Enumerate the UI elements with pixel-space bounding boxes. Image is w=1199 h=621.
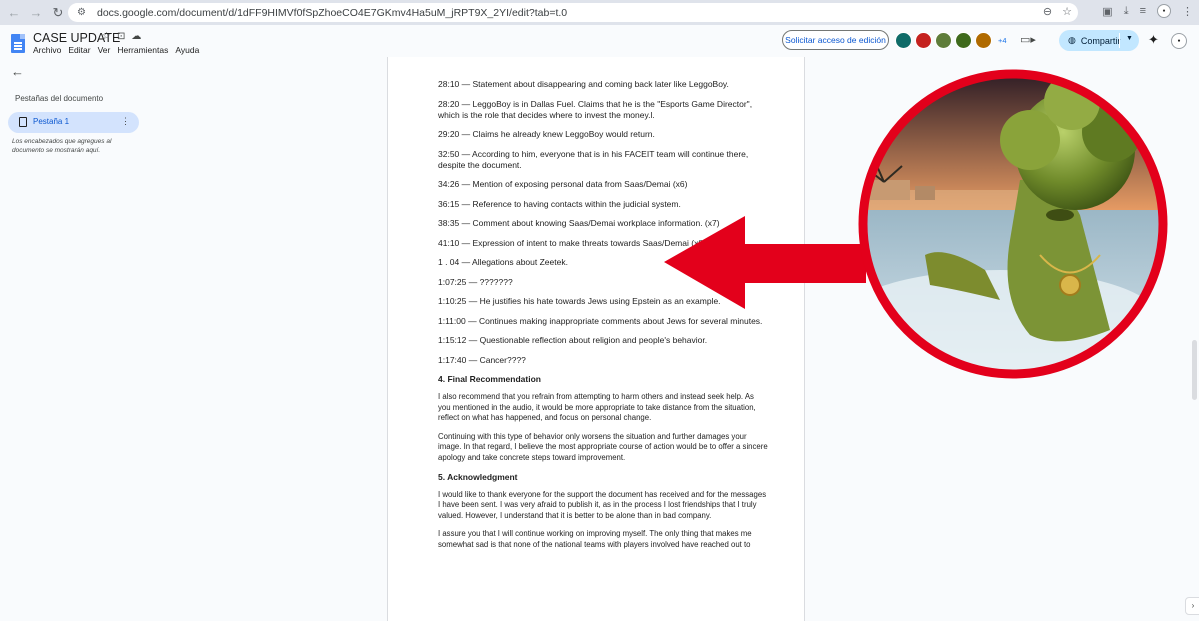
- sidebar-heading: Pestañas del documento: [15, 94, 104, 103]
- docs-logo-icon[interactable]: [11, 34, 25, 53]
- timestamp-entry: 34:26 — Mention of exposing personal dat…: [438, 179, 688, 189]
- timestamp-entry: 36:15 — Reference to having contacts wit…: [438, 198, 681, 209]
- menu-ayuda[interactable]: Ayuda: [175, 45, 199, 55]
- cloud-icon[interactable]: ☁: [131, 31, 141, 42]
- reading-list-icon[interactable]: ≡: [1140, 5, 1146, 17]
- globe-icon: ◍: [1068, 35, 1076, 45]
- timestamp-entry: 28:20 — LeggoBoy is in Dallas Fuel. Clai…: [438, 98, 753, 120]
- tab-pestana-1[interactable]: Pestaña 1 ⋮: [8, 112, 139, 133]
- browser-toolbar: ← → ↻ ⚙ docs.google.com/document/d/1dFF9…: [0, 0, 1199, 25]
- timestamp-entry: 38:35 — Comment about knowing Saas/Demai…: [438, 218, 720, 228]
- back-icon[interactable]: ←: [6, 5, 22, 21]
- chevron-down-icon[interactable]: ▼: [1126, 35, 1133, 42]
- timestamp-entry: 1:15:12 — Questionable reflection about …: [438, 335, 708, 345]
- site-info-icon[interactable]: ⚙: [77, 7, 89, 19]
- paragraph: I would like to thank everyone for the s…: [438, 489, 767, 520]
- star-icon[interactable]: ☆: [102, 31, 111, 42]
- circular-photo: [865, 76, 1161, 372]
- section-heading: 4. Final Recommendation: [438, 374, 541, 384]
- collaborator-avatar[interactable]: [915, 32, 932, 49]
- red-circle-border: [858, 69, 1168, 379]
- paragraph: Continuing with this type of behavior on…: [438, 431, 768, 462]
- timestamp-entry: 1:11:00 — Continues making inappropriate…: [438, 315, 763, 326]
- paragraph: I assure you that I will continue workin…: [438, 529, 752, 549]
- forward-icon[interactable]: →: [28, 5, 44, 21]
- profile-avatar[interactable]: ●: [1157, 4, 1171, 18]
- request-edit-access-button[interactable]: Solicitar acceso de edición: [782, 30, 889, 50]
- menu-bar: Archivo Editar Ver Herramientas Ayuda: [33, 45, 199, 55]
- share-button[interactable]: ◍ Compartir ▼: [1059, 30, 1139, 51]
- timestamp-entry: 1 . 04 — Allegations about Zeetek.: [438, 257, 568, 267]
- collaborator-avatar[interactable]: [895, 32, 912, 49]
- close-sidebar-back-icon[interactable]: ←: [11, 64, 24, 79]
- timestamp-entry: 32:50 — According to him, everyone that …: [438, 148, 749, 170]
- download-icon[interactable]: ⤓: [1124, 5, 1129, 18]
- bookmark-star-icon[interactable]: ☆: [1062, 5, 1072, 18]
- tab-label: Pestaña 1: [33, 117, 70, 126]
- collaborator-avatar[interactable]: [935, 32, 952, 49]
- share-label: Compartir: [1080, 35, 1121, 46]
- move-folder-icon[interactable]: ⊡: [117, 31, 125, 42]
- menu-archivo[interactable]: Archivo: [33, 45, 61, 55]
- collaborator-avatar[interactable]: [955, 32, 972, 49]
- gemini-icon[interactable]: ✦: [1148, 32, 1159, 48]
- scrollbar-thumb[interactable]: [1192, 340, 1197, 400]
- timestamp-entry: 28:10 — Statement about disappearing and…: [438, 79, 729, 89]
- menu-editar[interactable]: Editar: [68, 45, 90, 55]
- zoom-icon[interactable]: ⊖: [1043, 5, 1052, 18]
- reload-icon[interactable]: ↻: [50, 5, 66, 21]
- paragraph: I also recommend that you refrain from a…: [438, 392, 756, 423]
- document-icon: [19, 117, 27, 127]
- timestamp-entry: 1:10:25 — He justifies his hate towards …: [438, 296, 721, 306]
- menu-herramientas[interactable]: Herramientas: [117, 45, 168, 55]
- collaborator-avatar[interactable]: [975, 32, 992, 49]
- timestamp-entry: 41:10 — Expression of intent to make thr…: [438, 237, 706, 248]
- sidebar-note: Los encabezados que agregues al document…: [12, 138, 112, 154]
- collaborators-more-count[interactable]: +4: [998, 36, 1007, 45]
- video-call-icon[interactable]: ▭▸: [1020, 33, 1036, 46]
- account-avatar[interactable]: ●: [1171, 33, 1187, 49]
- address-bar[interactable]: ⚙ docs.google.com/document/d/1dFF9HIMVf0…: [68, 3, 1078, 22]
- document-page[interactable]: 28:10 — Statement about disappearing and…: [387, 57, 805, 621]
- extensions-icon[interactable]: ▣: [1102, 5, 1112, 18]
- browser-menu-icon[interactable]: ⋮: [1182, 5, 1193, 18]
- timestamp-entry: 29:20 — Claims he already knew LeggoBoy …: [438, 129, 655, 139]
- section-heading: 5. Acknowledgment: [438, 471, 518, 482]
- url-text[interactable]: docs.google.com/document/d/1dFF9HIMVf0fS…: [97, 7, 567, 19]
- timestamp-entry: 1:17:40 — Cancer????: [438, 354, 526, 365]
- menu-ver[interactable]: Ver: [98, 45, 111, 55]
- document-body[interactable]: 28:10 — Statement about disappearing and…: [438, 79, 768, 559]
- timestamp-entry: 1:07:25 — ???????: [438, 276, 513, 287]
- kebab-icon[interactable]: ⋮: [121, 116, 130, 127]
- screenshot-root: ← → ↻ ⚙ docs.google.com/document/d/1dFF9…: [0, 0, 1199, 621]
- side-panel-toggle-icon[interactable]: ›: [1185, 597, 1199, 615]
